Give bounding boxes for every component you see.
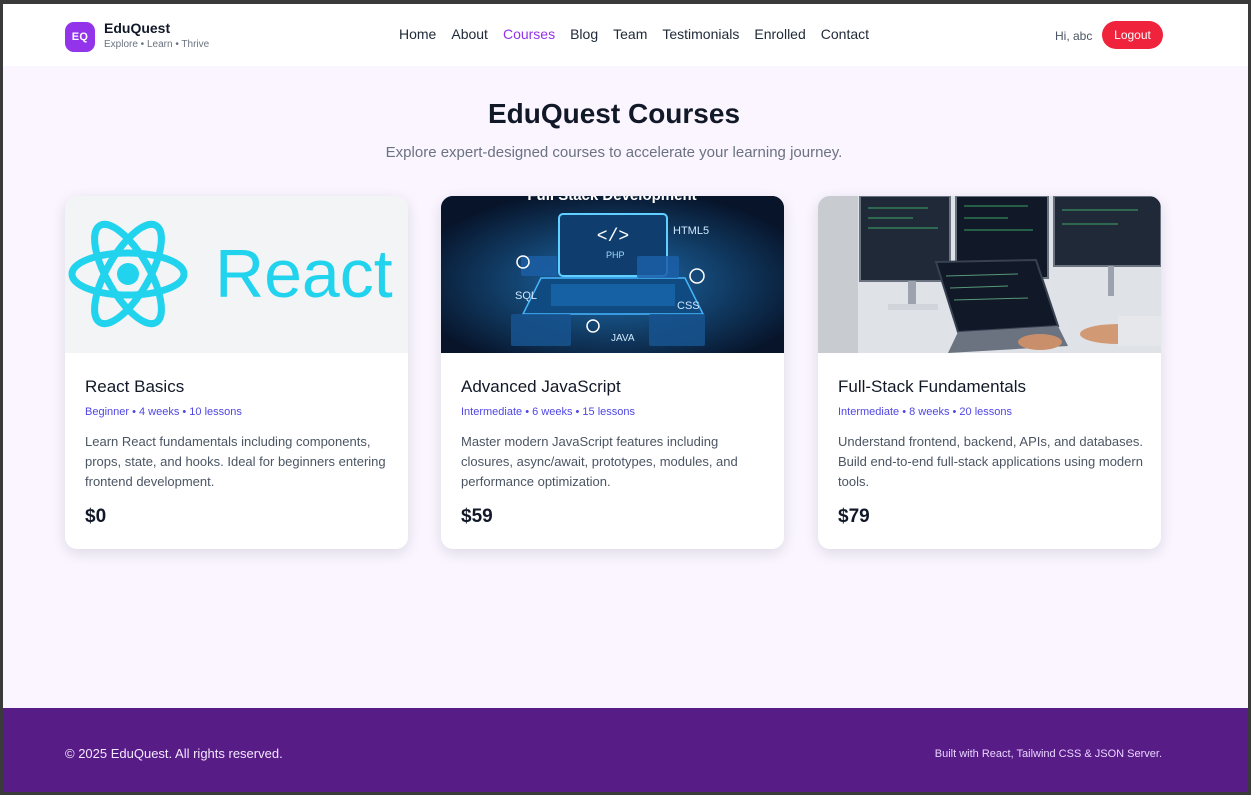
course-meta: Beginner • 4 weeks • 10 lessons [85, 406, 242, 418]
image-headline: Full Stack Development [527, 196, 696, 204]
course-description: Understand frontend, backend, APIs, and … [838, 434, 1143, 489]
brand-name[interactable]: EduQuest [104, 20, 170, 36]
course-meta: Intermediate • 8 weeks • 20 lessons [838, 406, 1013, 418]
footer-built-with: Built with React, Tailwind CSS & JSON Se… [934, 748, 1162, 760]
nav-home[interactable]: Home [399, 26, 436, 42]
nav-testimonials[interactable]: Testimonials [662, 26, 739, 42]
nav-blog[interactable]: Blog [570, 26, 598, 42]
fullstack-illustration-icon: Full Stack Development </> PHP HTML5 SQL… [441, 196, 784, 353]
main-nav: Home About Courses Blog Team Testimonial… [399, 26, 869, 42]
nav-courses[interactable]: Courses [503, 26, 555, 42]
html5-label: HTML5 [673, 225, 709, 237]
footer-copyright: © 2025 EduQuest. All rights reserved. [65, 746, 283, 761]
course-price: $0 [85, 506, 107, 527]
brand-tagline: Explore • Learn • Thrive [104, 39, 210, 50]
react-logo-icon: React [68, 220, 393, 328]
user-greeting: Hi, abc [1055, 29, 1093, 43]
nav-contact[interactable]: Contact [821, 26, 869, 42]
nav-about[interactable]: About [451, 26, 488, 42]
course-image-javascript: Full Stack Development </> PHP HTML5 SQL… [441, 196, 784, 353]
course-title: Full-Stack Fundamentals [838, 377, 1027, 396]
css-label: CSS [677, 300, 700, 312]
site-footer: © 2025 EduQuest. All rights reserved. Bu… [3, 708, 1248, 792]
course-card[interactable]: React React Basics Beginner • 4 weeks • … [65, 196, 408, 549]
site-header: EQ EduQuest Explore • Learn • Thrive Hom… [3, 4, 1248, 66]
course-meta: Intermediate • 6 weeks • 15 lessons [461, 406, 636, 418]
nav-enrolled[interactable]: Enrolled [754, 26, 805, 42]
course-description: Master modern JavaScript features includ… [461, 434, 738, 489]
nav-team[interactable]: Team [613, 26, 647, 42]
course-card[interactable]: Full-Stack Fundamentals Intermediate • 8… [818, 196, 1161, 549]
sql-label: SQL [515, 290, 537, 302]
course-price: $79 [838, 506, 870, 527]
page-subtitle: Explore expert-designed courses to accel… [385, 144, 843, 161]
code-label: </> [597, 227, 629, 247]
course-card[interactable]: Full Stack Development </> PHP HTML5 SQL… [441, 196, 784, 549]
logo-badge[interactable]: EQ [65, 22, 95, 52]
react-logo-text: React [215, 236, 393, 312]
course-description: Learn React fundamentals including compo… [85, 434, 386, 489]
php-label: PHP [606, 250, 625, 260]
workstation-photo-icon [818, 196, 1161, 353]
page: EQ EduQuest Explore • Learn • Thrive Hom… [3, 4, 1248, 792]
course-price: $59 [461, 506, 493, 527]
course-title: React Basics [85, 377, 185, 396]
course-image-fullstack [818, 196, 1161, 353]
java-label: JAVA [611, 333, 635, 344]
course-image-react: React [65, 196, 408, 353]
logout-button[interactable]: Logout [1102, 21, 1163, 49]
page-title: EduQuest Courses [487, 98, 741, 129]
course-title: Advanced JavaScript [461, 377, 621, 396]
